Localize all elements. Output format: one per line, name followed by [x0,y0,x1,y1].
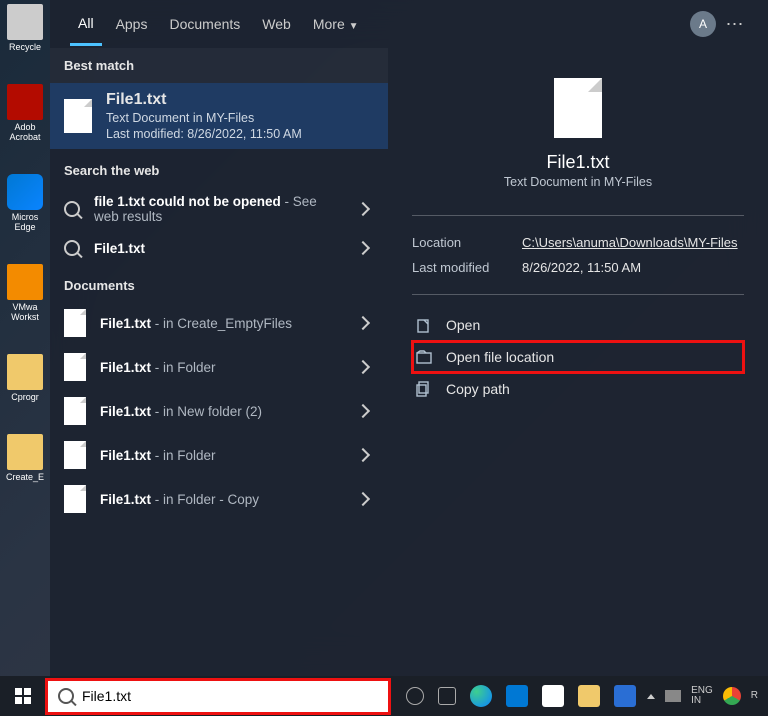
documents-label: Documents [50,264,388,301]
best-match-title: File1.txt [106,91,374,109]
tray-overflow-icon[interactable] [647,694,655,699]
tab-web[interactable]: Web [254,4,299,44]
start-button[interactable] [0,676,46,716]
photos-icon[interactable] [614,685,636,707]
task-view-icon[interactable] [406,687,424,705]
web-result-0[interactable]: file 1.txt could not be opened - See web… [50,186,388,232]
copy-icon [416,381,432,397]
action-open-file-location[interactable]: Open file location [412,341,744,373]
system-tray: ENG IN R [647,686,768,706]
open-icon [416,317,432,333]
best-match-label: Best match [50,48,388,83]
desktop-icon-recycle[interactable]: Recycle [0,0,50,56]
web-result-1[interactable]: File1.txt [50,232,388,264]
search-icon [64,201,80,217]
desktop-icon-edge[interactable]: Micros Edge [0,170,50,236]
desktop-icon-create[interactable]: Create_E [0,430,50,486]
windows-logo-icon [15,688,31,704]
meta-location: Location C:\Users\anuma\Downloads\MY-Fil… [412,230,744,255]
taskbar-pinned-apps [388,685,647,707]
file-icon [64,309,86,337]
chevron-right-icon [356,448,370,462]
mail-icon[interactable] [506,685,528,707]
tray-indicator[interactable]: R [751,691,758,701]
search-icon [58,688,74,704]
search-icon [64,240,80,256]
search-web-label: Search the web [50,149,388,186]
folder-icon [416,349,432,365]
chevron-down-icon: ▼ [349,21,359,32]
desktop-icon-cprogr[interactable]: Cprogr [0,350,50,406]
location-link[interactable]: C:\Users\anuma\Downloads\MY-Files [522,235,738,250]
document-result-4[interactable]: File1.txt - in Folder - Copy [50,477,388,521]
best-match-result[interactable]: File1.txt Text Document in MY-Files Last… [50,83,388,149]
user-avatar[interactable]: A [690,11,716,37]
taskbar: ENG IN R [0,676,768,716]
desktop-icon-adobe[interactable]: Adob Acrobat [0,80,50,146]
explorer-icon[interactable] [578,685,600,707]
tab-all[interactable]: All [70,3,102,46]
document-result-2[interactable]: File1.txt - in New folder (2) [50,389,388,433]
search-tabs: All Apps Documents Web More ▼ A ⋯ [50,0,768,48]
edge-icon[interactable] [470,685,492,707]
preview-filename: File1.txt [546,152,609,173]
tab-more[interactable]: More ▼ [305,4,367,44]
document-result-1[interactable]: File1.txt - in Folder [50,345,388,389]
store-icon[interactable] [542,685,564,707]
chevron-right-icon [356,316,370,330]
cortana-icon[interactable] [438,687,456,705]
search-input[interactable] [82,688,378,704]
chevron-right-icon [356,241,370,255]
file-icon [64,485,86,513]
chevron-right-icon [356,202,370,216]
meta-modified: Last modified 8/26/2022, 11:50 AM [412,255,744,280]
tab-documents[interactable]: Documents [161,4,248,44]
action-copy-path[interactable]: Copy path [412,373,744,405]
preview-subtitle: Text Document in MY-Files [504,175,652,189]
chevron-right-icon [356,404,370,418]
file-icon [64,353,86,381]
taskbar-search-box[interactable] [48,681,388,712]
desktop-icons-strip: Recycle Adob Acrobat Micros Edge VMwa Wo… [0,0,50,676]
more-options-icon[interactable]: ⋯ [722,14,748,35]
action-open[interactable]: Open [412,309,744,341]
chevron-right-icon [356,492,370,506]
file-icon [64,441,86,469]
file-icon [64,397,86,425]
document-result-3[interactable]: File1.txt - in Folder [50,433,388,477]
best-match-modified: Last modified: 8/26/2022, 11:50 AM [106,127,374,141]
file-icon [64,99,92,133]
tab-apps[interactable]: Apps [108,4,156,44]
onedrive-icon[interactable] [665,690,681,702]
preview-file-icon [554,78,602,138]
search-panel: All Apps Documents Web More ▼ A ⋯ Best m… [50,0,768,676]
desktop-icon-vmware[interactable]: VMwa Workst [0,260,50,326]
language-indicator[interactable]: ENG IN [691,686,713,706]
document-result-0[interactable]: File1.txt - in Create_EmptyFiles [50,301,388,345]
results-left-column: Best match File1.txt Text Document in MY… [50,48,388,676]
best-match-subtitle: Text Document in MY-Files [106,111,374,125]
chevron-right-icon [356,360,370,374]
preview-pane: File1.txt Text Document in MY-Files Loca… [388,48,768,676]
chrome-icon[interactable] [723,687,741,705]
